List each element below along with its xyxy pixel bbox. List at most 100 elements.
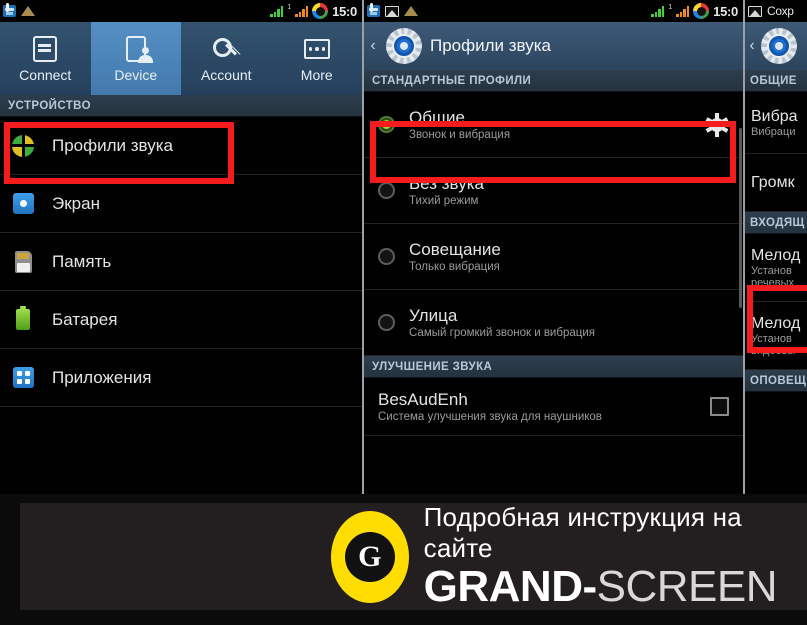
profile-subtitle: Тихий режим (409, 195, 479, 207)
screenshot-root: 1 15:0 Connect Device Account More УСТРО… (0, 0, 807, 625)
status-bar-middle: 1 15:0 (364, 0, 743, 22)
section-header-incoming: ВХОДЯЩ (745, 212, 807, 234)
signal-bars-green-icon (651, 5, 665, 17)
tab-more[interactable]: More (272, 22, 363, 95)
back-chevron-icon[interactable]: ‹ (747, 37, 757, 55)
ringtone-row-1[interactable]: Мелод Установ речевых (745, 234, 807, 302)
connect-icon (33, 34, 58, 64)
folder-icon (367, 5, 380, 17)
profile-subtitle: Звонок и вибрация (409, 129, 511, 141)
profile-subtitle: Самый громкий звонок и вибрация (409, 327, 595, 339)
ringtone-title: Мелод (751, 314, 801, 332)
tab-connect[interactable]: Connect (0, 22, 91, 95)
tab-connect-label: Connect (19, 67, 72, 83)
storage-icon (10, 250, 36, 273)
radio-meeting[interactable] (378, 248, 395, 265)
radio-silent[interactable] (378, 182, 395, 199)
sidebar-item-battery[interactable]: Батарея (0, 291, 362, 349)
profile-title: Общие (409, 108, 465, 127)
signal-bars-orange-icon (676, 5, 690, 17)
besaudenh-subtitle: Система улучшения звука для наушников (378, 411, 602, 423)
section-header-device: УСТРОЙСТВО (0, 95, 362, 117)
status-time-middle: 15:0 (713, 3, 738, 19)
settings-gear-icon (386, 28, 422, 64)
vibration-subtitle: Вибраци (751, 125, 796, 138)
tab-device[interactable]: Device (90, 22, 181, 95)
ringtone-subtitle-1: Установ (751, 332, 792, 345)
settings-gear-icon (761, 28, 797, 64)
sidebar-item-label: Батарея (52, 309, 118, 329)
color-ring-icon (693, 3, 710, 19)
tab-bar: Connect Device Account More (0, 22, 362, 95)
title-bar-right: ‹ (745, 22, 807, 70)
profile-title: Улица (409, 306, 458, 325)
section-header-notifications: ОПОВЕЩ (745, 370, 807, 392)
status-bar-right: Сохр (745, 0, 807, 22)
profile-title: Совещание (409, 240, 501, 259)
display-icon (10, 193, 36, 214)
sandglass-icon (21, 6, 35, 16)
vibration-row[interactable]: Вибра Вибраци (745, 92, 807, 154)
tab-device-label: Device (114, 67, 158, 83)
scrollbar-middle[interactable] (739, 128, 742, 308)
sidebar-item-label: Экран (52, 193, 100, 213)
profile-settings-gear-icon[interactable] (705, 112, 729, 137)
sim-badge-icon: 1 (287, 3, 292, 11)
settings-device-panel: 1 15:0 Connect Device Account More УСТРО… (0, 0, 362, 494)
profile-title: Без звука (409, 174, 484, 193)
ringtone-subtitle-2: речевых (751, 276, 794, 289)
radio-general[interactable] (378, 116, 395, 133)
profile-row-outdoor[interactable]: Улица Самый громкий звонок и вибрация (364, 290, 743, 356)
section-header-standard-profiles: СТАНДАРТНЫЕ ПРОФИЛИ (364, 70, 743, 92)
applications-icon (10, 367, 36, 388)
profile-subtitle: Только вибрация (409, 261, 500, 273)
title-bar: ‹ Профили звука (364, 22, 743, 70)
sound-profiles-icon (10, 134, 36, 157)
ringtone-title: Мелод (751, 246, 801, 264)
tab-more-label: More (300, 67, 333, 83)
tab-account[interactable]: Account (181, 22, 272, 95)
status-bar-left: 1 15:0 (0, 0, 362, 22)
banner-text-block: Подробная инструкция на сайте GRAND-SCRE… (424, 502, 807, 610)
tab-account-label: Account (200, 67, 252, 83)
sidebar-item-storage[interactable]: Память (0, 233, 362, 291)
sidebar-item-display[interactable]: Экран (0, 175, 362, 233)
ringtone-subtitle-1: Установ (751, 264, 792, 277)
logo-letter: G (344, 531, 395, 582)
banner-brand-light: SCREEN (596, 562, 778, 612)
besaudenh-title: BesAudEnh (378, 390, 468, 409)
volume-row[interactable]: Громк (745, 154, 807, 212)
grand-screen-logo-icon: G (330, 510, 410, 603)
vibration-title: Вибра (751, 107, 798, 125)
sidebar-item-sound-profiles[interactable]: Профили звука (0, 117, 362, 175)
back-chevron-icon[interactable]: ‹ (368, 37, 378, 55)
promo-banner: G Подробная инструкция на сайте GRAND-SC… (20, 502, 807, 610)
besaudenh-checkbox[interactable] (710, 397, 729, 416)
profile-row-meeting[interactable]: Совещание Только вибрация (364, 224, 743, 290)
sidebar-item-applications[interactable]: Приложения (0, 349, 362, 407)
key-icon (212, 34, 240, 64)
radio-outdoor[interactable] (378, 314, 395, 331)
page-title: Профили звука (430, 36, 551, 55)
status-text-right: Сохр (767, 4, 794, 18)
image-icon (748, 5, 762, 17)
ringtone-row-2[interactable]: Мелод Установ видеовы (745, 302, 807, 370)
profile-row-general[interactable]: Общие Звонок и вибрация (364, 92, 743, 158)
sidebar-item-label: Память (52, 251, 112, 271)
device-icon (125, 34, 153, 64)
sandglass-icon (404, 6, 418, 16)
banner-tagline: Подробная инструкция на сайте (423, 502, 742, 564)
besaudenh-row[interactable]: BesAudEnh Система улучшения звука для на… (364, 378, 743, 436)
color-ring-icon (312, 3, 329, 19)
banner-brand: GRAND-SCREEN (424, 564, 807, 610)
signal-bars-orange-icon (295, 5, 309, 17)
ringtone-subtitle-2: видеовы (751, 344, 796, 357)
profile-row-silent[interactable]: Без звука Тихий режим (364, 158, 743, 224)
battery-icon (10, 306, 36, 330)
sidebar-item-label: Профили звука (52, 135, 173, 155)
section-header-common: ОБЩИЕ (745, 70, 807, 92)
section-header-sound-enhancement: УЛУЧШЕНИЕ ЗВУКА (364, 356, 743, 378)
folder-icon (3, 5, 16, 17)
sim-badge-icon: 1 (668, 3, 673, 11)
volume-title: Громк (751, 173, 795, 191)
